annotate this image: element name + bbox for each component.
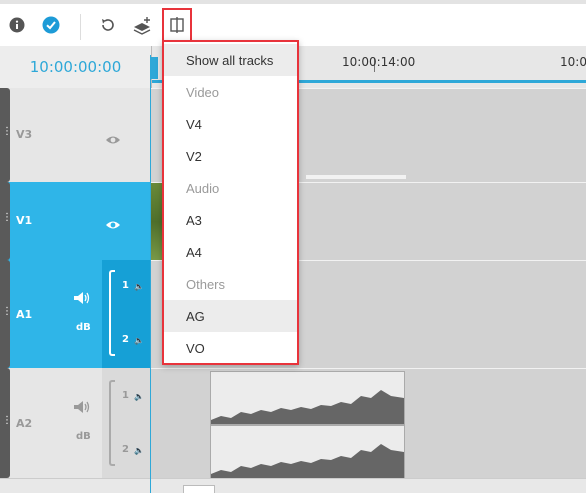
track-label: A1 xyxy=(16,308,33,321)
add-layer-icon[interactable] xyxy=(132,14,154,36)
menu-header-video: Video xyxy=(186,84,220,100)
menu-item-a3[interactable]: A3 xyxy=(164,204,297,236)
timeline-editor: 10:00:00:00 10:00:14:00 10:00:1 ⋮ V3 ⋮ V… xyxy=(0,0,586,493)
ruler-label: 10:00:14:00 xyxy=(342,55,416,69)
playhead-handle[interactable] xyxy=(150,57,158,79)
drag-handle[interactable]: ⋮ xyxy=(0,182,12,260)
track-header-a1[interactable]: ⋮ A1 dB 1 🔈 2 🔈 xyxy=(0,260,151,368)
menu-item-v4[interactable]: V4 xyxy=(164,108,297,140)
check-circle-icon[interactable] xyxy=(40,14,62,36)
menu-item-ag[interactable]: AG xyxy=(164,300,297,332)
menu-item-v2[interactable]: V2 xyxy=(164,140,297,172)
channel-label: 2 xyxy=(122,334,129,345)
channel-label: 2 xyxy=(122,444,129,455)
speaker-icon[interactable]: 🔈 xyxy=(134,336,144,345)
eye-icon[interactable] xyxy=(105,216,121,235)
undo-icon[interactable] xyxy=(97,14,119,36)
channel-panel: 1 🔈 2 🔈 xyxy=(102,260,151,368)
playhead-line[interactable] xyxy=(150,55,151,493)
track-lane-a2[interactable] xyxy=(151,368,586,479)
level-label: dB xyxy=(76,322,91,333)
channel-label: 1 xyxy=(122,280,129,291)
drag-handle[interactable]: ⋮ xyxy=(0,368,12,478)
speaker-icon[interactable] xyxy=(73,290,91,309)
menu-item-a4[interactable]: A4 xyxy=(164,236,297,268)
ruler-label: 10:00:1 xyxy=(560,55,586,69)
audio-clip-channel-1[interactable] xyxy=(210,371,405,425)
track-visibility-menu: Show all tracks Video V4 V2 Audio A3 A4 … xyxy=(162,40,299,365)
channel-label: 1 xyxy=(122,390,129,401)
menu-item-show-all-tracks[interactable]: Show all tracks xyxy=(164,44,297,76)
level-label: dB xyxy=(76,431,91,442)
channel-panel: 1 🔈 2 🔈 xyxy=(102,368,151,478)
channel-bracket xyxy=(109,270,115,356)
clip-edge xyxy=(306,175,406,179)
track-header-a2[interactable]: ⋮ A2 dB 1 🔈 2 🔈 xyxy=(0,368,151,478)
horizontal-scrollbar[interactable] xyxy=(0,478,586,493)
speaker-icon[interactable] xyxy=(73,399,91,418)
toolbar-separator xyxy=(80,14,81,40)
speaker-icon[interactable]: 🔈 xyxy=(134,446,144,455)
scroll-thumb[interactable] xyxy=(183,485,215,493)
audio-clip-channel-2[interactable] xyxy=(210,425,405,479)
drag-handle[interactable]: ⋮ xyxy=(0,88,12,182)
eye-icon[interactable] xyxy=(105,131,121,150)
track-header-v1[interactable]: ⋮ V1 xyxy=(0,182,151,260)
track-label: A2 xyxy=(16,417,33,430)
channel-bracket xyxy=(109,380,115,466)
timecode-display: 10:00:00:00 xyxy=(0,46,151,88)
speaker-icon[interactable]: 🔈 xyxy=(134,392,144,401)
info-icon[interactable] xyxy=(6,14,28,36)
track-header-v3[interactable]: ⋮ V3 xyxy=(0,88,151,182)
track-label: V3 xyxy=(16,128,33,141)
track-label: V1 xyxy=(16,214,33,227)
menu-header-others: Others xyxy=(186,276,226,292)
drag-handle[interactable]: ⋮ xyxy=(0,260,12,368)
menu-header-audio: Audio xyxy=(186,180,220,196)
menu-item-vo[interactable]: VO xyxy=(164,332,297,364)
speaker-icon[interactable]: 🔈 xyxy=(134,282,144,291)
